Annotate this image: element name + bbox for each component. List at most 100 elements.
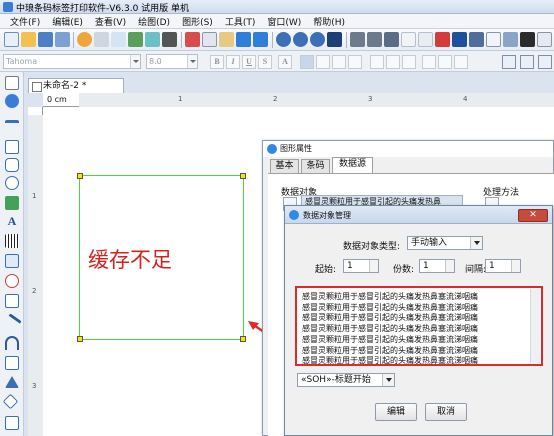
valign-middle-icon[interactable]: [386, 55, 400, 69]
tab-datasource[interactable]: 数据源: [332, 157, 373, 173]
paste-icon[interactable]: [219, 32, 234, 47]
align-grid-icon[interactable]: [502, 55, 516, 69]
rectangle-tool-icon[interactable]: [5, 140, 19, 154]
new-icon[interactable]: [4, 32, 19, 47]
fit-icon[interactable]: [538, 55, 552, 69]
rotate-right-icon[interactable]: [367, 32, 382, 47]
menu-draw[interactable]: 绘图(D): [132, 15, 176, 28]
data-line: 感冒灵颗粒用于感冒引起的头痛发热鼻塞流涕咽痛: [302, 345, 478, 355]
char-spacing-icon[interactable]: [454, 55, 468, 69]
start-stepper[interactable]: 1: [343, 259, 379, 273]
triangle-tool-icon[interactable]: [5, 376, 19, 388]
align-left-icon[interactable]: [300, 55, 314, 69]
tab-basic[interactable]: 基本: [270, 159, 299, 173]
control-char-select[interactable]: «SOH»-标题开始: [297, 373, 395, 387]
polygon-tool-icon[interactable]: [5, 356, 19, 370]
grid-icon[interactable]: [503, 32, 518, 47]
print-preview-icon[interactable]: [111, 32, 126, 47]
redo-icon[interactable]: [253, 32, 268, 47]
stamp-tool-icon[interactable]: [5, 274, 19, 288]
snap-icon[interactable]: [520, 55, 534, 69]
data-object-dialog: 数据对象管理 ✕ 数据对象类型: 手动输入 起始: 1 份数: 1 间隔: 1 …: [284, 205, 553, 436]
italic-icon[interactable]: I: [226, 55, 240, 69]
flip-icon[interactable]: [384, 32, 399, 47]
text-tool-icon[interactable]: A: [5, 214, 19, 228]
print-icon[interactable]: [94, 32, 109, 47]
type-select[interactable]: 手动输入: [407, 236, 483, 250]
layer-icon[interactable]: [486, 32, 501, 47]
dialog-titlebar: 数据对象管理 ✕: [285, 206, 552, 224]
copies-stepper[interactable]: 1: [419, 259, 455, 273]
resize-handle[interactable]: [77, 336, 83, 342]
pan-icon[interactable]: [5, 94, 19, 108]
qrcode-tool-icon[interactable]: [5, 294, 19, 308]
menu-tools[interactable]: 工具(T): [219, 15, 262, 28]
save-icon[interactable]: [38, 32, 53, 47]
more-icon[interactable]: [537, 32, 552, 47]
interval-stepper[interactable]: 1: [485, 259, 521, 273]
undo-icon[interactable]: [236, 32, 251, 47]
settings-icon[interactable]: [77, 32, 92, 47]
copy-icon[interactable]: [202, 32, 217, 47]
menu-view[interactable]: 查看(V): [89, 15, 132, 28]
database-icon[interactable]: [128, 32, 143, 47]
justify-icon[interactable]: [348, 55, 362, 69]
document-tab[interactable]: 未命名-2 *: [28, 78, 124, 93]
table-tool-icon[interactable]: [5, 254, 19, 268]
align-center-icon[interactable]: [316, 55, 330, 69]
spin-arrows-icon[interactable]: [369, 260, 378, 272]
align-icon[interactable]: [452, 32, 467, 47]
text-direction-icon[interactable]: [422, 55, 436, 69]
cancel-button[interactable]: 取消: [425, 403, 467, 421]
valign-bottom-icon[interactable]: [402, 55, 416, 69]
line-tool-icon[interactable]: [5, 120, 19, 134]
order-icon[interactable]: [520, 32, 535, 47]
vertical-scrollbar[interactable]: [530, 289, 540, 363]
cut-icon[interactable]: [185, 32, 200, 47]
menu-file[interactable]: 文件(F): [4, 15, 46, 28]
menu-shape[interactable]: 图形(S): [176, 15, 219, 28]
zoom-fit-icon[interactable]: [310, 32, 325, 47]
valign-top-icon[interactable]: [370, 55, 384, 69]
superscript-icon[interactable]: A: [278, 55, 292, 69]
pointer-icon[interactable]: [5, 76, 19, 90]
curve-tool-icon[interactable]: [2, 313, 22, 333]
font-family-select[interactable]: Tahoma: [3, 54, 141, 69]
zoom-in-icon[interactable]: [276, 32, 291, 47]
menu-window[interactable]: 窗口(W): [261, 15, 307, 28]
refresh-icon[interactable]: [145, 32, 160, 47]
group-icon[interactable]: [418, 32, 433, 47]
lock-icon[interactable]: [401, 32, 416, 47]
shape-tool-icon[interactable]: [5, 416, 19, 430]
underline-icon[interactable]: U: [242, 55, 256, 69]
barcode-tool-icon[interactable]: [5, 234, 19, 248]
arc-tool-icon[interactable]: [5, 336, 19, 350]
rotate-left-icon[interactable]: [350, 32, 365, 47]
save-as-icon[interactable]: [55, 32, 70, 47]
zoom-page-icon[interactable]: [327, 32, 342, 47]
open-icon[interactable]: [21, 32, 36, 47]
edit-button[interactable]: 编辑: [375, 403, 417, 421]
tab-barcode[interactable]: 条码: [301, 159, 330, 173]
eraser-icon[interactable]: [435, 32, 450, 47]
line-spacing-icon[interactable]: [438, 55, 452, 69]
image-tool-icon[interactable]: [5, 196, 19, 210]
menu-edit[interactable]: 编辑(E): [46, 15, 89, 28]
spin-arrows-icon[interactable]: [445, 260, 454, 272]
distribute-icon[interactable]: [469, 32, 484, 47]
data-content-textarea[interactable]: 感冒灵颗粒用于感冒引起的头痛发热鼻塞流涕咽痛 感冒灵颗粒用于感冒引起的头痛发热鼻…: [295, 286, 543, 366]
menu-help[interactable]: 帮助(H): [307, 15, 351, 28]
zoom-out-icon[interactable]: [293, 32, 308, 47]
barcode-icon[interactable]: [162, 32, 177, 47]
resize-handle[interactable]: [77, 173, 83, 179]
bold-icon[interactable]: B: [210, 55, 224, 69]
resize-handle[interactable]: [240, 173, 246, 179]
diamond-tool-icon[interactable]: [2, 393, 19, 410]
close-button[interactable]: ✕: [518, 209, 548, 222]
spin-arrows-icon[interactable]: [511, 260, 520, 272]
strikethrough-icon[interactable]: S: [258, 55, 272, 69]
rounded-rect-icon[interactable]: [5, 158, 19, 172]
ellipse-tool-icon[interactable]: [5, 176, 19, 190]
font-size-select[interactable]: 8.0: [146, 54, 198, 69]
align-right-icon[interactable]: [332, 55, 346, 69]
